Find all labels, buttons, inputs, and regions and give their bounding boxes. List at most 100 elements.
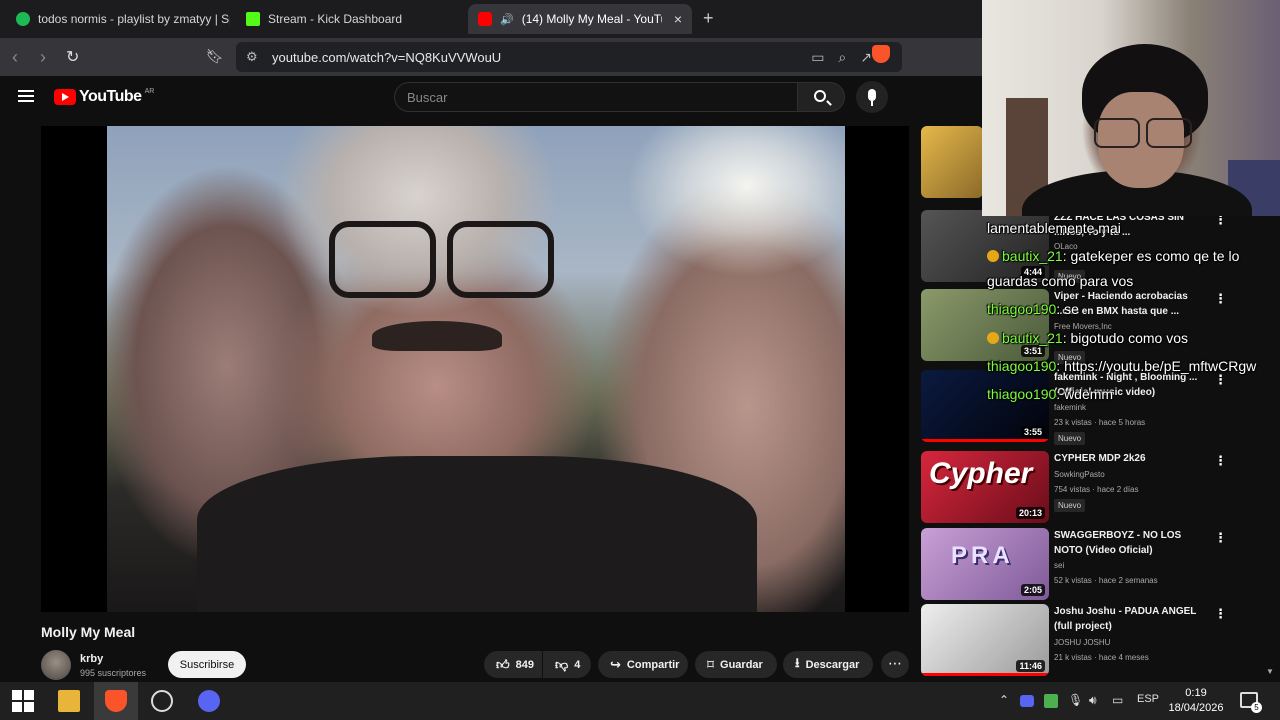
windows-taskbar: ⌃ 🎙︎ 🔊︎ ▭ ESP 0:19 18/04/2026 5 bbox=[0, 682, 1280, 720]
discord-icon[interactable] bbox=[198, 690, 220, 712]
tray-app-icon[interactable] bbox=[1044, 694, 1058, 708]
recommendation-channel: sei bbox=[1054, 561, 1065, 570]
chat-badge-icon bbox=[987, 332, 999, 344]
like-button[interactable]: 👍︎ 849 bbox=[484, 651, 542, 678]
video-glasses-shape bbox=[329, 221, 554, 298]
recommendation-thumbnail[interactable]: Cypher 20:13 bbox=[921, 451, 1049, 523]
address-bar[interactable]: ⚙︎ youtube.com/watch?v=NQ8KuVVWouU ▭ ⌕ ↗ bbox=[236, 42, 902, 72]
country-code: AR bbox=[144, 87, 155, 95]
forward-icon[interactable]: › bbox=[40, 47, 46, 68]
chat-badge-icon bbox=[987, 250, 999, 262]
search-input[interactable]: Buscar bbox=[394, 82, 798, 112]
channel-avatar[interactable] bbox=[41, 650, 71, 680]
recommendation-channel: JOSHU JOSHU bbox=[1054, 638, 1111, 647]
recommendation-thumbnail[interactable]: 11:46 bbox=[921, 604, 1049, 676]
chat-text: : gatekeper es como qe te lo bbox=[1062, 248, 1240, 264]
recommendation-menu-icon[interactable]: ⋮ bbox=[1214, 291, 1227, 307]
tab-label: Stream - Kick Dashboard bbox=[268, 12, 403, 26]
subscriber-count: 995 suscriptores bbox=[80, 668, 147, 678]
speaker-icon[interactable]: 🔊 bbox=[500, 13, 514, 26]
dislike-button[interactable]: 👎︎ 4 bbox=[543, 651, 591, 678]
chat-text: : bigotudo como vos bbox=[1062, 330, 1189, 346]
microphone-icon[interactable]: 🎙︎ bbox=[1068, 693, 1083, 707]
recommendation-meta: 52 k vistas · hace 2 semanas bbox=[1054, 576, 1158, 585]
chat-username: thiagoo190 bbox=[987, 386, 1057, 402]
recommendation-meta: 21 k vistas · hace 4 meses bbox=[1054, 653, 1149, 662]
language-indicator[interactable]: ESP bbox=[1137, 693, 1159, 705]
tray-chevron-icon[interactable]: ⌃ bbox=[999, 693, 1009, 707]
recommendation-item[interactable]: Cypher 20:13 CYPHER MDP 2k26 SowkingPast… bbox=[921, 451, 1227, 523]
chat-message: guardas como para vos bbox=[987, 267, 1133, 295]
chat-message: thiagoo190: https://youtu.be/pE_mftwCRgw bbox=[987, 352, 1256, 380]
recommendation-item[interactable]: 11:46 Joshu Joshu - PADUA ANGEL (full pr… bbox=[921, 604, 1227, 676]
url-text: youtube.com/watch?v=NQ8KuVVWouU bbox=[272, 49, 502, 65]
share-button[interactable]: ↪ Compartir bbox=[598, 651, 688, 678]
watch-progress-bar bbox=[921, 439, 1049, 442]
cast-icon[interactable]: ▭ bbox=[811, 49, 824, 66]
video-player[interactable] bbox=[41, 126, 909, 612]
volume-icon[interactable]: 🔊︎ bbox=[1089, 693, 1097, 708]
recommendation-title: Joshu Joshu - PADUA ANGEL (full project) bbox=[1054, 606, 1197, 632]
browser-toolbar: ‹ › ↻ 🔖︎ ⚙︎ youtube.com/watch?v=NQ8KuVVW… bbox=[0, 38, 982, 76]
reload-icon[interactable]: ↻ bbox=[66, 47, 79, 67]
zoom-icon[interactable]: ⌕ bbox=[838, 49, 846, 66]
recommendation-thumbnail[interactable]: PRA 2:05 bbox=[921, 528, 1049, 600]
tab-spotify[interactable]: todos normis - playlist by zmatyy | Sp bbox=[6, 4, 230, 34]
chat-username: bautix_21 bbox=[1002, 248, 1063, 264]
search-button[interactable] bbox=[797, 82, 845, 112]
chat-username: thiagoo190 bbox=[987, 358, 1057, 374]
new-badge: Nuevo bbox=[1054, 432, 1086, 445]
brave-shield-icon[interactable] bbox=[872, 45, 890, 63]
video-title: Molly My Meal bbox=[41, 624, 136, 640]
chat-message: thiagoo190: wdemm bbox=[987, 380, 1113, 408]
chat-message: bautix_21: gatekeper es como qe te lo bbox=[987, 242, 1239, 270]
save-label: Guardar bbox=[720, 658, 763, 671]
bookmark-icon[interactable]: 🔖︎ bbox=[206, 48, 224, 65]
video-shirt-shape bbox=[197, 456, 757, 612]
new-tab-button[interactable]: + bbox=[703, 8, 714, 29]
spotify-icon bbox=[16, 12, 30, 26]
save-button[interactable]: ⌑ Guardar bbox=[695, 651, 777, 678]
recommendation-menu-icon[interactable]: ⋮ bbox=[1214, 530, 1227, 546]
windows-start-icon[interactable] bbox=[12, 690, 34, 712]
chat-username: bautix_21 bbox=[1002, 330, 1063, 346]
subscribe-button[interactable]: Suscribirse bbox=[168, 651, 246, 678]
recommendation-menu-icon[interactable]: ⋮ bbox=[1214, 453, 1227, 469]
download-label: Descargar bbox=[805, 658, 860, 671]
clock-date: 18/04/2026 bbox=[1168, 702, 1224, 714]
share-arrow-icon: ↪ bbox=[610, 656, 621, 672]
recommendation-thumbnail[interactable] bbox=[921, 126, 983, 198]
clock-time: 0:19 bbox=[1185, 687, 1207, 699]
recommendation-title: SWAGGERBOYZ - NO LOS NOTO (Video Oficial… bbox=[1054, 530, 1182, 556]
menu-icon[interactable] bbox=[18, 90, 34, 102]
voice-search-button[interactable] bbox=[856, 81, 888, 113]
file-explorer-icon[interactable] bbox=[58, 690, 80, 712]
youtube-icon bbox=[478, 12, 492, 26]
system-clock[interactable]: 0:19 18/04/2026 bbox=[1166, 686, 1226, 716]
site-settings-icon[interactable]: ⚙︎ bbox=[246, 49, 258, 65]
youtube-play-icon bbox=[54, 89, 76, 105]
scroll-down-arrow-icon[interactable]: ▼ bbox=[1266, 667, 1274, 676]
recommendation-menu-icon[interactable]: ⋮ bbox=[1214, 606, 1227, 622]
bookmark-icon: ⌑ bbox=[707, 656, 715, 672]
youtube-logo[interactable]: YouTube AR bbox=[54, 88, 154, 106]
channel-name[interactable]: krby bbox=[80, 653, 103, 665]
recommendation-meta: 754 vistas · hace 2 días bbox=[1054, 485, 1139, 494]
obs-studio-icon[interactable] bbox=[151, 690, 173, 712]
logo-text: YouTube bbox=[79, 88, 142, 105]
download-button[interactable]: ⭳ Descargar bbox=[783, 651, 873, 678]
tab-kick[interactable]: Stream - Kick Dashboard bbox=[236, 4, 462, 34]
more-actions-button[interactable]: ⋯ bbox=[881, 651, 909, 678]
duration-badge: 2:05 bbox=[1020, 584, 1045, 596]
brave-browser-icon[interactable] bbox=[105, 690, 127, 712]
tab-youtube[interactable]: 🔊 (14) Molly My Meal - YouTube × bbox=[468, 4, 692, 34]
tray-discord-icon[interactable] bbox=[1020, 695, 1034, 707]
recommendation-item[interactable]: PRA 2:05 SWAGGERBOYZ - NO LOS NOTO (Vide… bbox=[921, 528, 1227, 600]
webcam-overlay bbox=[982, 0, 1280, 216]
tab-label: (14) Molly My Meal - YouTube bbox=[521, 12, 662, 26]
close-tab-icon[interactable]: × bbox=[674, 11, 682, 27]
network-icon[interactable]: ▭ bbox=[1112, 693, 1123, 707]
kick-icon bbox=[246, 12, 260, 26]
back-icon[interactable]: ‹ bbox=[12, 47, 18, 68]
share-icon[interactable]: ↗ bbox=[860, 49, 872, 66]
